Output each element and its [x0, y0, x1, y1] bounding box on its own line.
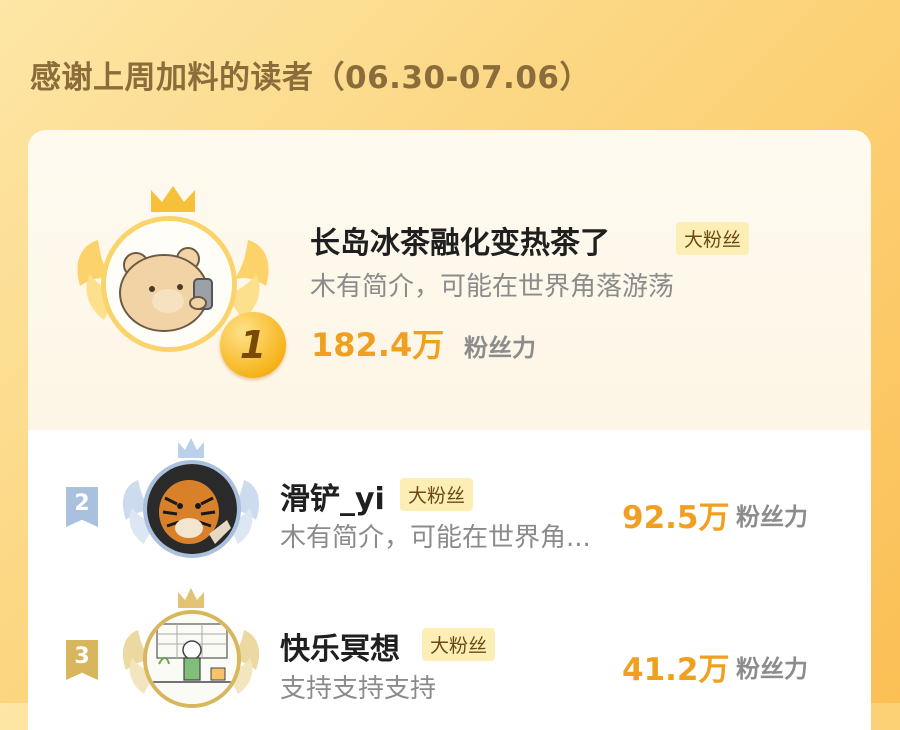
reader-bio: 木有简介，可能在世界角... [280, 523, 591, 553]
gold-rank-badge: 1 [68, 182, 286, 378]
reader-ranking-panel: 1 长岛冰茶融化变热茶了 大粉丝 木有简介，可能在世界角落游荡 182.4万 粉… [28, 130, 871, 730]
reader-name[interactable]: 滑铲_yi [280, 474, 385, 518]
rank-number-flag: 3 [66, 640, 98, 680]
tiger-avatar-icon [147, 464, 237, 554]
reader-bio: 木有简介，可能在世界角落游荡 [310, 272, 675, 302]
cartoon-room-avatar-icon [147, 614, 237, 704]
avatar[interactable] [143, 460, 241, 558]
fan-power-label: 粉丝力 [464, 334, 536, 362]
page-title: 感谢上周加料的读者（06.30-07.06） [30, 60, 591, 96]
bronze-rank-badge [116, 588, 266, 728]
rank-number-badge: 1 [220, 312, 286, 378]
fan-power-value: 92.5万 [622, 500, 730, 536]
avatar[interactable] [143, 610, 241, 708]
fan-level-badge: 大粉丝 [422, 628, 496, 661]
rank-number-flag: 2 [66, 487, 98, 527]
rank-1-card[interactable]: 1 长岛冰茶融化变热茶了 大粉丝 木有简介，可能在世界角落游荡 182.4万 粉… [28, 130, 871, 430]
reader-name[interactable]: 长岛冰茶融化变热茶了 [310, 218, 610, 262]
fan-power-value: 182.4万 [311, 326, 445, 364]
rank-3-row[interactable]: 3 快乐冥想 大粉丝 支持支持支持 41.2万 粉丝力 [28, 588, 871, 730]
fan-power-value: 41.2万 [622, 652, 730, 688]
reader-bio: 支持支持支持 [280, 674, 437, 704]
fan-power-label: 粉丝力 [736, 503, 808, 531]
fan-power-label: 粉丝力 [736, 655, 808, 683]
avatar[interactable] [101, 216, 237, 352]
rank-2-row[interactable]: 2 滑铲_yi 大粉丝 木有简介，可能在世界角... 92.5万 粉丝力 [28, 430, 871, 580]
cartoon-bear-avatar-icon [106, 221, 232, 347]
reader-name[interactable]: 快乐冥想 [280, 624, 400, 668]
fan-level-badge: 大粉丝 [400, 478, 474, 511]
fan-level-badge: 大粉丝 [676, 222, 750, 255]
silver-rank-badge [116, 438, 266, 578]
